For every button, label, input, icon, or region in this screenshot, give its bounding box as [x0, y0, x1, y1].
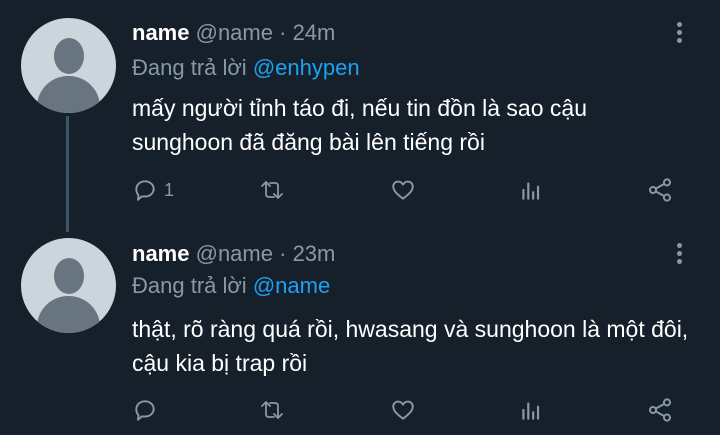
retweet-icon	[261, 181, 283, 199]
avatar-body-shape	[37, 296, 100, 333]
retweet-button[interactable]	[258, 174, 286, 206]
reply-count: 1	[164, 179, 175, 200]
timestamp[interactable]: 23m	[293, 241, 336, 266]
avatar[interactable]	[21, 238, 116, 333]
share-button[interactable]	[646, 394, 674, 426]
mention-link[interactable]: @name	[253, 273, 330, 298]
analytics-icon	[522, 182, 540, 200]
more-options-icon[interactable]	[677, 243, 685, 267]
display-name[interactable]: name	[132, 241, 189, 266]
tweet-text: mấy người tỉnh táo đi, nếu tin đồn là sa…	[132, 95, 587, 155]
share-button[interactable]	[646, 174, 674, 206]
retweet-icon	[261, 401, 283, 419]
separator: ·	[279, 241, 287, 266]
timestamp[interactable]: 24m	[293, 20, 336, 45]
analytics-button[interactable]	[518, 394, 544, 426]
reply-button[interactable]	[132, 394, 164, 426]
separator: ·	[279, 20, 287, 45]
tweet-actions	[130, 394, 690, 426]
share-icon	[648, 398, 672, 422]
reply-icon	[135, 400, 155, 421]
reply-button[interactable]: 1	[132, 174, 174, 206]
like-button[interactable]	[389, 174, 417, 206]
tweet-text: thật, rõ ràng quá rồi, hwasang và sungho…	[132, 316, 689, 376]
heart-icon	[392, 400, 414, 420]
heart-icon	[392, 180, 414, 200]
tweet-actions: 1	[130, 174, 690, 206]
mention-link[interactable]: @enhypen	[253, 55, 360, 80]
avatar[interactable]	[21, 18, 116, 113]
reply-icon	[135, 180, 155, 201]
like-button[interactable]	[389, 394, 417, 426]
share-icon	[648, 178, 672, 202]
replying-to: Đang trả lời @enhypen	[132, 55, 360, 81]
replying-to-label: Đang trả lời	[132, 273, 247, 298]
analytics-icon	[522, 402, 540, 420]
avatar-head-shape	[54, 258, 84, 294]
replying-to-label: Đang trả lời	[132, 55, 247, 80]
tweet[interactable]: name @name · 24m Đang trả lời @enhypen m…	[0, 0, 720, 218]
handle[interactable]: @name	[196, 20, 273, 45]
analytics-button[interactable]	[518, 174, 544, 206]
display-name[interactable]: name	[132, 20, 189, 45]
replying-to: Đang trả lời @name	[132, 273, 330, 299]
tweet-header: name @name · 23m	[132, 241, 335, 267]
handle[interactable]: @name	[196, 241, 273, 266]
retweet-button[interactable]	[258, 394, 286, 426]
more-options-icon[interactable]	[677, 22, 685, 46]
tweet-header: name @name · 24m	[132, 20, 335, 46]
avatar-body-shape	[37, 76, 100, 113]
avatar-head-shape	[54, 38, 84, 74]
